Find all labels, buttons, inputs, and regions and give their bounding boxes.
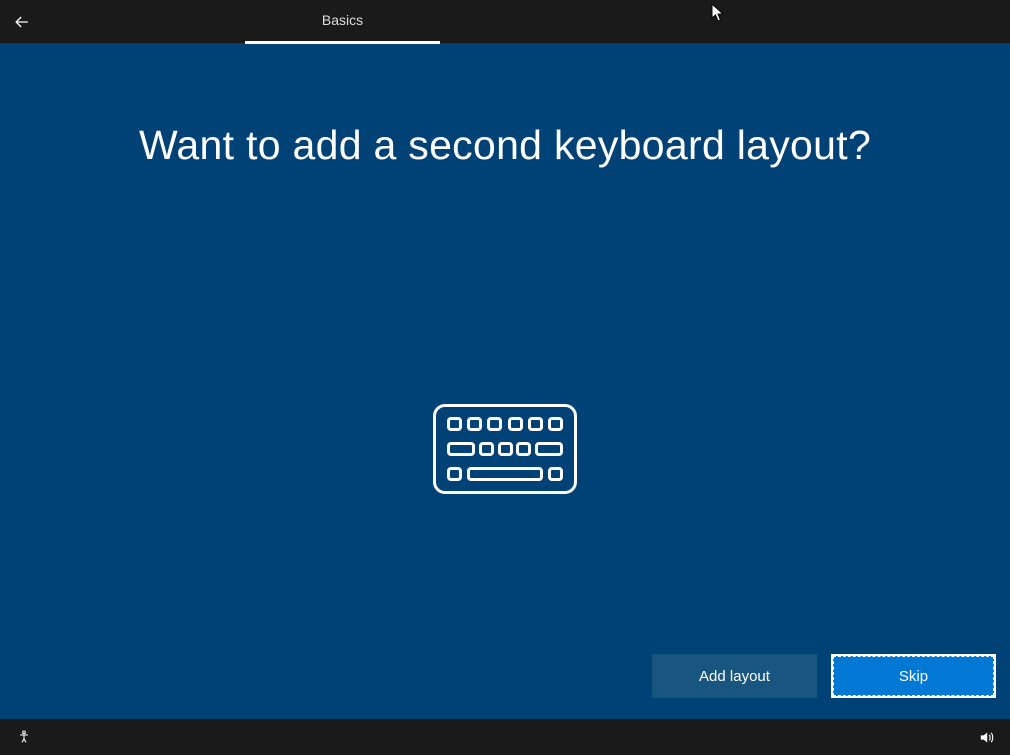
keyboard-icon [433, 404, 577, 494]
add-layout-button[interactable]: Add layout [652, 654, 817, 698]
tab-label: Basics [322, 12, 363, 28]
volume-icon [978, 729, 995, 746]
keyboard-illustration [433, 404, 577, 494]
accessibility-button[interactable] [14, 727, 34, 747]
main-content: Want to add a second keyboard layout? Ad… [0, 44, 1010, 719]
volume-button[interactable] [976, 727, 996, 747]
tab-basics[interactable]: Basics [245, 0, 440, 44]
title-bar: Basics [0, 0, 1010, 44]
skip-button[interactable]: Skip [831, 654, 996, 698]
accessibility-icon [16, 729, 32, 745]
page-title: Want to add a second keyboard layout? [0, 122, 1010, 169]
bottom-bar [0, 719, 1010, 755]
back-button[interactable] [0, 0, 44, 44]
arrow-left-icon [12, 12, 32, 32]
action-buttons: Add layout Skip [652, 654, 996, 698]
